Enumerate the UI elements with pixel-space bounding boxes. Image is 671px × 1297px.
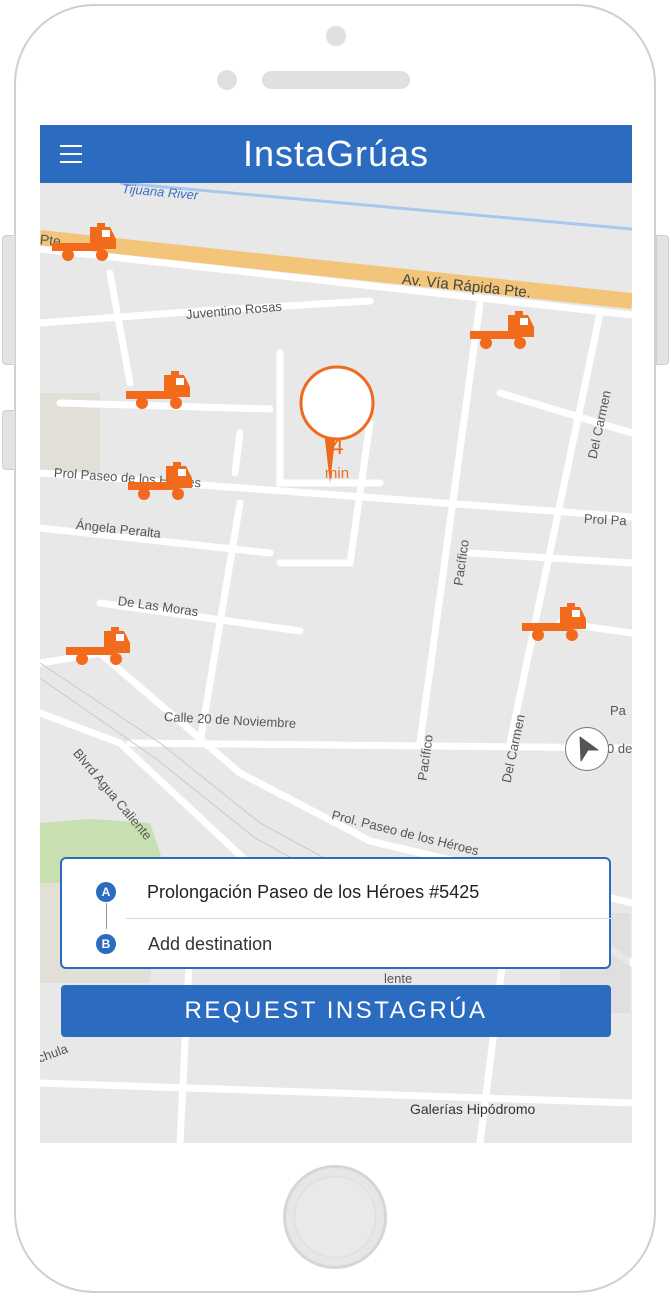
origin-address[interactable]: Prolongación Paseo de los Héroes #5425 — [147, 882, 479, 903]
street-label: 0 de — [607, 741, 632, 756]
app-screen: InstaGrúas Tijuana River Pte. Av. Vía Rá… — [40, 125, 632, 1143]
tow-truck-icon[interactable] — [66, 621, 132, 669]
navigation-arrow-icon — [579, 736, 599, 762]
front-camera — [326, 26, 346, 46]
eta-unit: min — [324, 465, 350, 482]
tow-truck-icon[interactable] — [128, 456, 194, 504]
origin-badge: A — [96, 882, 116, 902]
poi-label: Galerías Hipódromo — [410, 1101, 536, 1117]
volume-down-button — [2, 410, 16, 470]
origin-row[interactable]: A Prolongación Paseo de los Héroes #5425 — [62, 867, 609, 917]
tow-truck-icon[interactable] — [522, 597, 588, 645]
eta-value: 4 — [330, 433, 344, 460]
trip-card: A Prolongación Paseo de los Héroes #5425… — [60, 857, 613, 969]
home-button[interactable] — [283, 1165, 387, 1269]
eta-pin: 4 min — [298, 427, 376, 557]
tow-truck-icon[interactable] — [126, 365, 192, 413]
proximity-sensor — [217, 70, 237, 90]
street-label: Pa — [610, 703, 626, 718]
request-button[interactable]: REQUEST INSTAGRÚA — [61, 985, 611, 1037]
destination-input[interactable]: Add destination — [148, 934, 272, 955]
street-label: lente — [384, 971, 413, 986]
app-title: InstaGrúas — [242, 133, 430, 174]
destination-row[interactable]: B Add destination — [62, 919, 609, 969]
app-header: InstaGrúas — [40, 125, 632, 183]
volume-up-button — [2, 235, 16, 365]
earpiece-speaker — [262, 71, 410, 89]
power-button — [656, 235, 669, 365]
destination-badge: B — [96, 934, 116, 954]
tow-truck-icon[interactable] — [470, 305, 536, 353]
locate-me-button[interactable] — [565, 727, 609, 771]
tow-truck-icon[interactable] — [52, 217, 118, 265]
street-label: Prol Pa — [583, 511, 627, 529]
